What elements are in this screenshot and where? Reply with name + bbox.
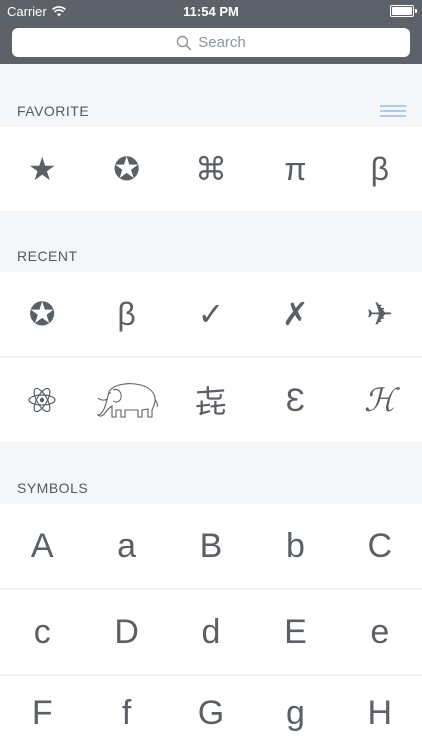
recent-row-2: 㐂 Ɛ ℋ (0, 358, 422, 442)
symbols-header: SYMBOLS (0, 474, 422, 502)
symbols-row-1: A a B b C (0, 504, 422, 589)
symbol-latin-A[interactable]: A (0, 504, 84, 588)
symbol-latin-d[interactable]: d (169, 590, 253, 674)
symbol-latin-C[interactable]: C (338, 504, 422, 588)
status-bar: Carrier 11:54 PM (0, 0, 422, 22)
recent-header: RECENT (0, 242, 422, 270)
symbol-latin-a[interactable]: a (84, 504, 168, 588)
search-input[interactable]: Search (12, 28, 410, 57)
clock: 11:54 PM (183, 4, 239, 19)
reorder-icon[interactable] (380, 104, 406, 118)
symbol-pi[interactable]: π (253, 127, 337, 211)
favorite-row: ★ ✪ ⌘ π β (0, 127, 422, 211)
symbol-latin-g[interactable]: g (253, 676, 337, 750)
symbol-cjk-ideograph[interactable]: 㐂 (169, 358, 253, 442)
symbol-latin-b[interactable]: b (253, 504, 337, 588)
symbol-latin-H[interactable]: H (338, 676, 422, 750)
symbol-circled-star[interactable]: ✪ (0, 272, 84, 356)
symbol-latin-f[interactable]: f (84, 676, 168, 750)
symbol-latin-c[interactable]: c (0, 590, 84, 674)
symbols-title: SYMBOLS (17, 480, 89, 496)
favorite-title: FAVORITE (17, 103, 90, 119)
symbol-latin-B[interactable]: B (169, 504, 253, 588)
symbol-latin-G[interactable]: G (169, 676, 253, 750)
recent-row-1: ✪ β ✓ ✗ ✈ (0, 272, 422, 357)
atom-icon (28, 387, 56, 413)
symbols-row-2: c D d E e (0, 590, 422, 675)
symbols-row-3: F f G g H (0, 676, 422, 750)
symbol-latin-D[interactable]: D (84, 590, 168, 674)
symbol-latin-E[interactable]: E (253, 590, 337, 674)
symbol-command[interactable]: ⌘ (169, 127, 253, 211)
symbol-latin-e[interactable]: e (338, 590, 422, 674)
battery-icon (390, 5, 417, 17)
symbol-atom[interactable] (0, 358, 84, 442)
symbol-script-h[interactable]: ℋ (338, 358, 422, 442)
symbol-ballot-x[interactable]: ✗ (253, 272, 337, 356)
symbol-airplane[interactable]: ✈ (338, 272, 422, 356)
search-placeholder: Search (198, 34, 246, 51)
symbol-open-e[interactable]: Ɛ (253, 358, 337, 442)
search-icon (177, 35, 192, 50)
symbol-check[interactable]: ✓ (169, 272, 253, 356)
recent-title: RECENT (17, 248, 78, 264)
symbol-beta[interactable]: β (84, 272, 168, 356)
symbol-latin-F[interactable]: F (0, 676, 84, 750)
elephant-icon (96, 383, 158, 418)
symbol-circled-star[interactable]: ✪ (84, 127, 168, 211)
symbol-beta[interactable]: β (338, 127, 422, 211)
symbol-star[interactable]: ★ (0, 127, 84, 211)
favorite-header: FAVORITE (0, 97, 422, 125)
symbol-elephant[interactable] (84, 358, 168, 442)
search-bar: Search (0, 22, 422, 64)
